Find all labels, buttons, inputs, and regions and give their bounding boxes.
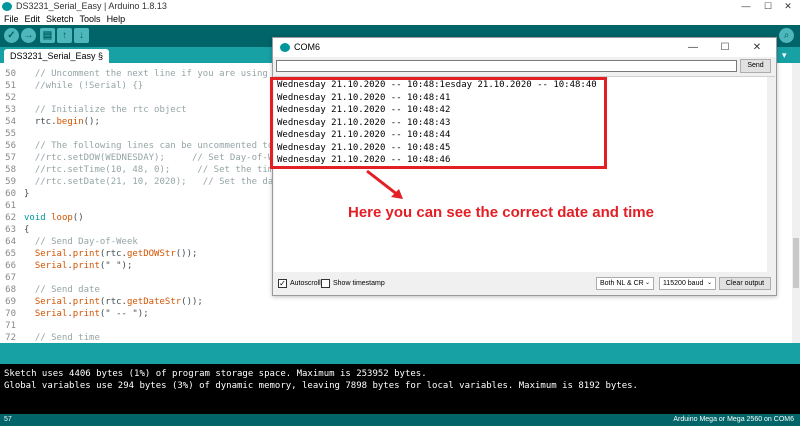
serial-options-bar: ✓ Autoscroll Show timestamp Both NL & CR… [274,272,775,295]
new-sketch-button[interactable]: ▤ [40,28,55,43]
code-line: //rtc.setDOW(WEDNESDAY); // Set Day-of-W [24,153,274,163]
code-line: // Send Day-of-Week [24,237,138,247]
serial-monitor-button[interactable]: ⌕ [779,28,794,43]
code-line: // The following lines can be uncommente… [24,141,274,151]
send-button[interactable]: Send [740,59,771,73]
annotation-text: Here you can see the correct date and ti… [348,204,654,221]
line-number: 72 [5,333,16,343]
status-line-number: 57 [4,416,12,423]
line-number: 69 [5,297,16,307]
status-bar: 57 Arduino Mega or Mega 2560 on COM6 [0,414,800,426]
line-number: 50 [5,69,16,79]
code-line: Serial.print(" "); [34,261,133,271]
console-line: Sketch uses 4406 bytes (1%) of program s… [4,369,427,379]
annotation-arrow [366,169,403,199]
code-line: void loop() [24,213,84,223]
serial-monitor-title-bar: COM6 — ☐ ✕ [273,38,776,57]
baud-rate-select[interactable]: 115200 baud ⌄ [659,277,716,290]
editor-console-divider[interactable] [0,343,800,364]
line-number: 52 [5,93,16,103]
console-line: Global variables use 294 bytes (3%) of d… [4,381,638,391]
code-line: Serial.print(rtc.getDOWStr()); [34,249,198,259]
arduino-logo-icon [280,43,290,52]
line-number: 68 [5,285,16,295]
code-line: Serial.print(" -- "); [34,309,149,319]
autoscroll-checkbox[interactable]: ✓ [278,279,287,288]
line-number: 65 [5,249,16,259]
serial-send-input[interactable] [276,60,737,72]
line-number: 71 [5,321,16,331]
close-button[interactable]: ✕ [778,0,798,13]
serial-close-button[interactable]: ✕ [742,38,772,57]
menu-sketch[interactable]: Sketch [46,14,74,24]
code-line: rtc.begin(); [24,117,100,127]
menu-help[interactable]: Help [107,14,126,24]
code-line: { [24,225,30,235]
line-number: 64 [5,237,16,247]
scrollbar-thumb[interactable] [793,238,799,288]
serial-maximize-button[interactable]: ☐ [710,38,740,57]
code-line: // Send date [24,285,100,295]
status-board: Arduino Mega or Mega 2560 on COM6 [673,416,794,423]
line-number: 57 [5,153,16,163]
line-number: 53 [5,105,16,115]
check-icon: ✓ [279,279,286,288]
editor-scrollbar[interactable] [792,63,800,343]
chevron-down-icon: ⌄ [644,280,650,286]
line-ending-select[interactable]: Both NL & CR ⌄ [596,277,654,290]
line-number: 66 [5,261,16,271]
line-number: 59 [5,177,16,187]
autoscroll-label: Autoscroll [290,280,321,287]
code-line: //rtc.setTime(10, 48, 0); // Set the tim [24,165,274,175]
line-number: 58 [5,165,16,175]
timestamp-label: Show timestamp [333,280,385,287]
ide-title-bar: DS3231_Serial_Easy | Arduino 1.8.13 — ☐ … [0,0,800,13]
code-line: //while (!Serial) {} [24,81,144,91]
timestamp-checkbox[interactable] [321,279,330,288]
line-number: 51 [5,81,16,91]
serial-port-title: COM6 [294,42,321,52]
line-number: 55 [5,129,16,139]
clear-output-button[interactable]: Clear output [719,277,771,290]
tab-sketch[interactable]: DS3231_Serial_Easy § [4,49,110,63]
code-line: } [24,189,30,199]
upload-button[interactable]: → [21,28,36,43]
line-number: 70 [5,309,16,319]
arduino-logo-icon [2,2,12,11]
line-number-gutter: 50 51 52 53 54 55 56 57 58 59 60 61 62 63 64 65 66 67 68 69… [0,63,18,343]
window-title: DS3231_Serial_Easy | Arduino 1.8.13 [16,1,167,11]
code-line: Serial.print(rtc.getDateStr()); [34,297,203,307]
serial-output-scrollbar[interactable] [767,77,775,272]
maximize-button[interactable]: ☐ [758,0,778,13]
code-line: // Uncomment the next line if you are us… [24,69,279,79]
highlight-box [270,77,607,169]
tab-menu-icon[interactable]: ▾ [782,50,794,60]
baud-rate-value: 115200 baud [663,280,704,287]
build-console: Sketch uses 4406 bytes (1%) of program s… [0,364,800,414]
line-ending-value: Both NL & CR [600,280,644,287]
menu-bar: File Edit Sketch Tools Help [0,13,800,25]
code-line: // Send time [24,333,100,343]
menu-edit[interactable]: Edit [25,14,41,24]
line-number: 67 [5,273,16,283]
save-sketch-button[interactable]: ↓ [74,28,89,43]
code-line: // Initialize the rtc object [24,105,187,115]
open-sketch-button[interactable]: ↑ [57,28,72,43]
verify-button[interactable]: ✓ [4,28,19,43]
line-number: 63 [5,225,16,235]
line-number: 62 [5,213,16,223]
minimize-button[interactable]: — [736,0,756,13]
serial-minimize-button[interactable]: — [678,38,708,57]
menu-tools[interactable]: Tools [80,14,101,24]
menu-file[interactable]: File [4,14,19,24]
line-number: 56 [5,141,16,151]
line-number: 54 [5,117,16,127]
code-line: //rtc.setDate(21, 10, 2020); // Set the … [24,177,279,187]
line-number: 60 [5,189,16,199]
line-number: 61 [5,201,16,211]
chevron-down-icon: ⌄ [706,280,712,286]
